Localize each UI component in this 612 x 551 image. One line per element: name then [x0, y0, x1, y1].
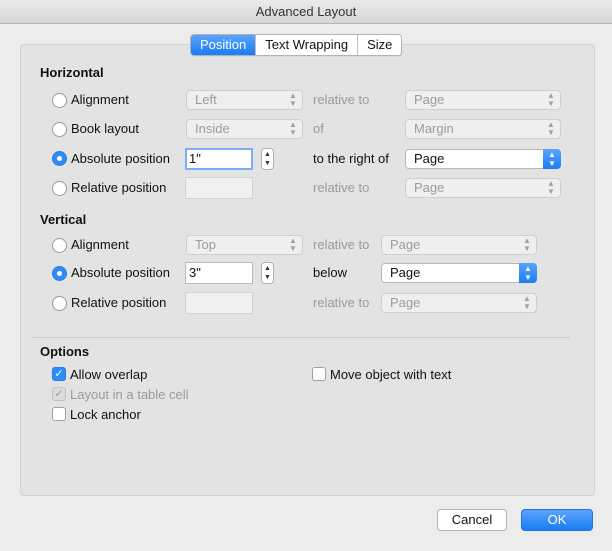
horizontal-absolute-position-target-select[interactable]: Page ▲ ▼	[405, 149, 561, 169]
section-divider	[33, 337, 570, 338]
horizontal-absolute-position-radio[interactable]	[52, 151, 67, 166]
book-layout-radio[interactable]	[52, 122, 67, 137]
vertical-relative-position-input[interactable]	[185, 292, 253, 314]
up-down-chevron-icon: ▲ ▼	[543, 149, 561, 169]
vertical-alignment-radio[interactable]	[52, 238, 67, 253]
horizontal-relative-position-radio[interactable]	[52, 181, 67, 196]
book-layout-value: Inside	[195, 121, 230, 136]
tab-bar: Position Text Wrapping Size	[190, 34, 403, 56]
horizontal-alignment-relation: relative to	[313, 92, 370, 107]
book-layout-select[interactable]: Inside ▲ ▼	[186, 119, 303, 139]
vertical-relative-position-label: Relative position	[71, 295, 167, 310]
up-down-chevron-icon: ▲ ▼	[289, 91, 297, 108]
horizontal-section-title: Horizontal	[40, 65, 104, 80]
tab-text-wrapping[interactable]: Text Wrapping	[256, 35, 359, 55]
checkmark-icon: ✓	[54, 388, 64, 400]
book-layout-target-select[interactable]: Margin ▲ ▼	[405, 119, 561, 139]
horizontal-absolute-position-relation: to the right of	[313, 151, 389, 166]
horizontal-alignment-value: Left	[195, 92, 217, 107]
horizontal-alignment-label: Alignment	[71, 92, 129, 107]
layout-in-table-cell-checkbox[interactable]: ✓	[52, 387, 66, 401]
cancel-button[interactable]: Cancel	[437, 509, 507, 531]
up-down-stepper-icon[interactable]: ▲ ▼	[261, 262, 274, 284]
vertical-relative-position-relation: relative to	[313, 295, 370, 310]
horizontal-absolute-position-input[interactable]: 1"	[185, 148, 253, 170]
vertical-alignment-label: Alignment	[71, 237, 129, 252]
up-down-chevron-icon: ▲ ▼	[547, 120, 555, 137]
vertical-alignment-value: Top	[195, 237, 216, 252]
up-down-stepper-icon[interactable]: ▲ ▼	[261, 148, 274, 170]
book-layout-target: Margin	[414, 121, 454, 136]
allow-overlap-checkbox[interactable]: ✓	[52, 367, 66, 381]
horizontal-absolute-position-label: Absolute position	[71, 151, 171, 166]
window-title: Advanced Layout	[0, 0, 612, 24]
vertical-alignment-target-select[interactable]: Page ▲ ▼	[381, 235, 537, 255]
vertical-absolute-position-relation: below	[313, 265, 347, 280]
move-with-text-label: Move object with text	[330, 367, 452, 382]
up-down-chevron-icon: ▲ ▼	[523, 294, 531, 311]
tab-size[interactable]: Size	[358, 35, 402, 55]
vertical-alignment-relation: relative to	[313, 237, 370, 252]
horizontal-alignment-target: Page	[414, 92, 445, 107]
vertical-absolute-position-target-select[interactable]: Page ▲ ▼	[381, 263, 537, 283]
up-down-chevron-icon: ▲ ▼	[519, 263, 537, 283]
up-down-chevron-icon: ▲ ▼	[289, 236, 297, 253]
options-section-title: Options	[40, 344, 90, 359]
vertical-alignment-select[interactable]: Top ▲ ▼	[186, 235, 303, 255]
vertical-absolute-position-input[interactable]: 3"	[185, 262, 253, 284]
book-layout-label: Book layout	[71, 121, 139, 136]
checkmark-icon: ✓	[54, 368, 64, 380]
vertical-section-title: Vertical	[40, 212, 87, 227]
horizontal-relative-position-relation: relative to	[313, 180, 370, 195]
horizontal-alignment-target-select[interactable]: Page ▲ ▼	[405, 90, 561, 110]
book-layout-relation: of	[313, 121, 324, 136]
horizontal-relative-position-target-select[interactable]: Page ▲ ▼	[405, 178, 561, 198]
horizontal-relative-position-label: Relative position	[71, 180, 167, 195]
horizontal-absolute-position-target: Page	[414, 151, 445, 166]
allow-overlap-label: Allow overlap	[70, 367, 148, 382]
vertical-absolute-position-label: Absolute position	[71, 265, 171, 280]
vertical-relative-position-target: Page	[390, 295, 421, 310]
tab-position[interactable]: Position	[191, 35, 257, 55]
vertical-absolute-position-radio[interactable]	[52, 266, 67, 281]
horizontal-relative-position-input[interactable]	[185, 177, 253, 199]
vertical-relative-position-radio[interactable]	[52, 296, 67, 311]
up-down-chevron-icon: ▲ ▼	[289, 120, 297, 137]
layout-in-table-cell-label: Layout in a table cell	[70, 387, 189, 402]
horizontal-alignment-radio[interactable]	[52, 93, 67, 108]
up-down-chevron-icon: ▲ ▼	[523, 236, 531, 253]
vertical-relative-position-target-select[interactable]: Page ▲ ▼	[381, 293, 537, 313]
horizontal-alignment-select[interactable]: Left ▲ ▼	[186, 90, 303, 110]
up-down-chevron-icon: ▲ ▼	[547, 91, 555, 108]
up-down-chevron-icon: ▲ ▼	[547, 179, 555, 196]
vertical-alignment-target: Page	[390, 237, 421, 252]
vertical-absolute-position-target: Page	[390, 265, 421, 280]
horizontal-relative-position-target: Page	[414, 180, 445, 195]
ok-button[interactable]: OK	[521, 509, 593, 531]
move-with-text-checkbox[interactable]	[312, 367, 326, 381]
lock-anchor-label: Lock anchor	[70, 407, 141, 422]
lock-anchor-checkbox[interactable]	[52, 407, 66, 421]
